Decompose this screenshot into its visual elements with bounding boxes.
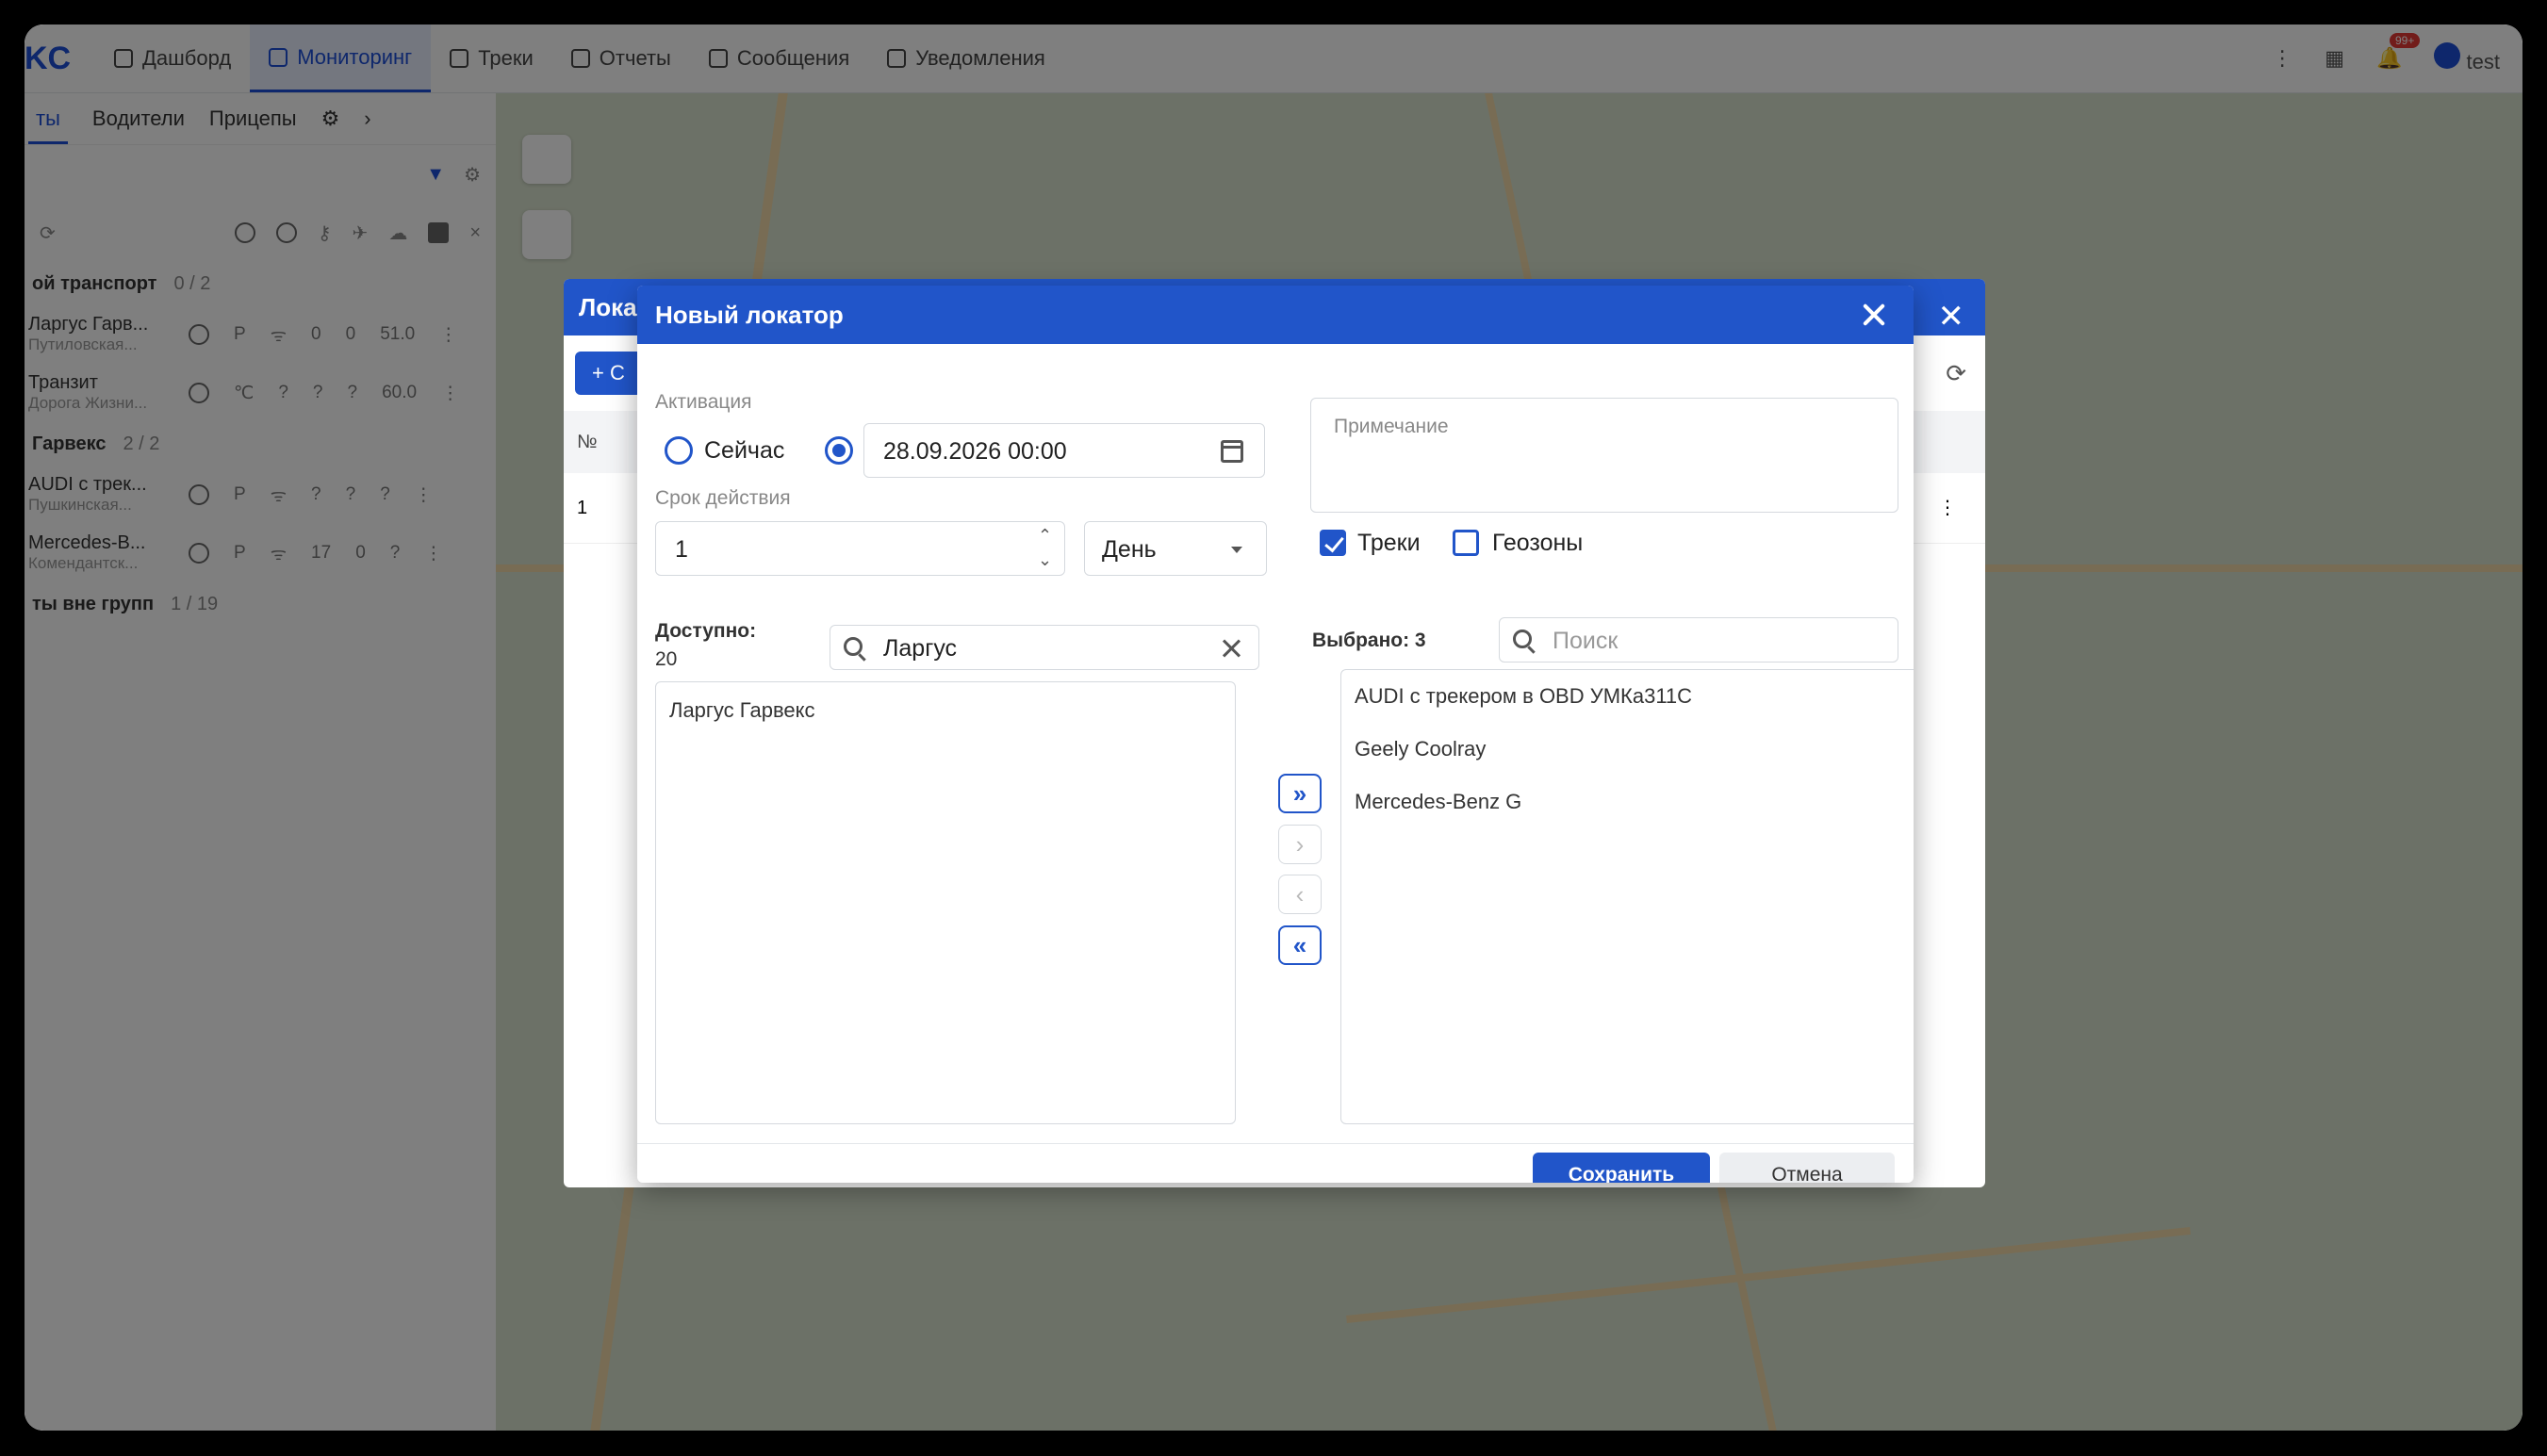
radio-datetime[interactable]	[825, 436, 853, 465]
datetime-value: 28.09.2026 00:00	[883, 438, 1067, 465]
available-list: Ларгус Гарвекс	[655, 681, 1236, 1124]
window-title: Лока	[579, 293, 637, 321]
row-number: 1	[577, 498, 588, 518]
add-locator-button[interactable]: + С	[575, 352, 642, 395]
tracks-label[interactable]: Треки	[1357, 530, 1421, 557]
available-label: Доступно:	[655, 620, 757, 642]
unit-select[interactable]: День	[1084, 521, 1267, 576]
dialog-footer-divider	[637, 1143, 1914, 1144]
selected-search-placeholder: Поиск	[1553, 628, 1619, 654]
datetime-input[interactable]: 28.09.2026 00:00	[863, 423, 1265, 478]
radio-now-label[interactable]: Сейчас	[704, 437, 784, 465]
move-all-left-button[interactable]: «	[1278, 925, 1322, 965]
selected-list: AUDI с трекером в OBD УМКа311С Geely Coo…	[1340, 669, 1914, 1124]
column-header: №	[577, 432, 598, 452]
list-item[interactable]: AUDI с трекером в OBD УМКа311С	[1355, 684, 1692, 709]
close-icon[interactable]	[1859, 300, 1889, 330]
move-right-button[interactable]: ›	[1278, 825, 1322, 864]
app-window: KC Дашборд Мониторинг Треки Отчеты Сообщ…	[25, 25, 2522, 1431]
save-button[interactable]: Сохранить	[1533, 1153, 1710, 1183]
duration-value: 1	[675, 536, 688, 563]
available-search-input[interactable]: Ларгус	[830, 625, 1259, 670]
search-icon	[1513, 630, 1532, 648]
more-vertical-icon[interactable]: ⋮	[1938, 473, 1957, 543]
unit-value: День	[1102, 536, 1157, 563]
radio-now[interactable]	[665, 436, 693, 465]
list-item[interactable]: Geely Coolray	[1355, 737, 1486, 761]
calendar-icon[interactable]	[1221, 440, 1243, 463]
dialog-header: Новый локатор	[637, 286, 1914, 344]
geozones-label[interactable]: Геозоны	[1492, 530, 1583, 557]
duration-input[interactable]: 1 ⌃ ⌄	[655, 521, 1065, 576]
note-placeholder: Примечание	[1334, 416, 1449, 437]
geozones-checkbox[interactable]	[1453, 530, 1479, 556]
tracks-checkbox[interactable]	[1320, 530, 1346, 556]
search-icon	[844, 637, 863, 656]
available-search-value: Ларгус	[883, 635, 958, 662]
refresh-icon[interactable]: ⟳	[1946, 359, 1966, 388]
close-icon[interactable]: ✕	[1938, 288, 1965, 345]
cancel-button[interactable]: Отмена	[1719, 1153, 1895, 1183]
chevron-down-icon	[1231, 547, 1242, 553]
selected-label: Выбрано: 3	[1312, 630, 1426, 651]
increment-icon[interactable]: ⌃	[1038, 526, 1052, 545]
list-item[interactable]: Mercedes-Benz G	[1355, 790, 1521, 814]
new-locator-dialog: Новый локатор Активация Сейчас 28.09.202…	[637, 286, 1914, 1183]
activation-label: Активация	[655, 391, 752, 413]
selected-search-input[interactable]: Поиск	[1499, 617, 1898, 663]
list-item[interactable]: Ларгус Гарвекс	[669, 698, 815, 723]
duration-label: Срок действия	[655, 487, 791, 509]
note-textarea[interactable]: Примечание	[1310, 398, 1898, 513]
move-left-button[interactable]: ‹	[1278, 875, 1322, 914]
available-count: 20	[655, 648, 678, 670]
decrement-icon[interactable]: ⌄	[1038, 550, 1052, 569]
clear-icon[interactable]	[1221, 637, 1243, 660]
dialog-title: Новый локатор	[655, 300, 844, 329]
move-all-right-button[interactable]: »	[1278, 774, 1322, 813]
